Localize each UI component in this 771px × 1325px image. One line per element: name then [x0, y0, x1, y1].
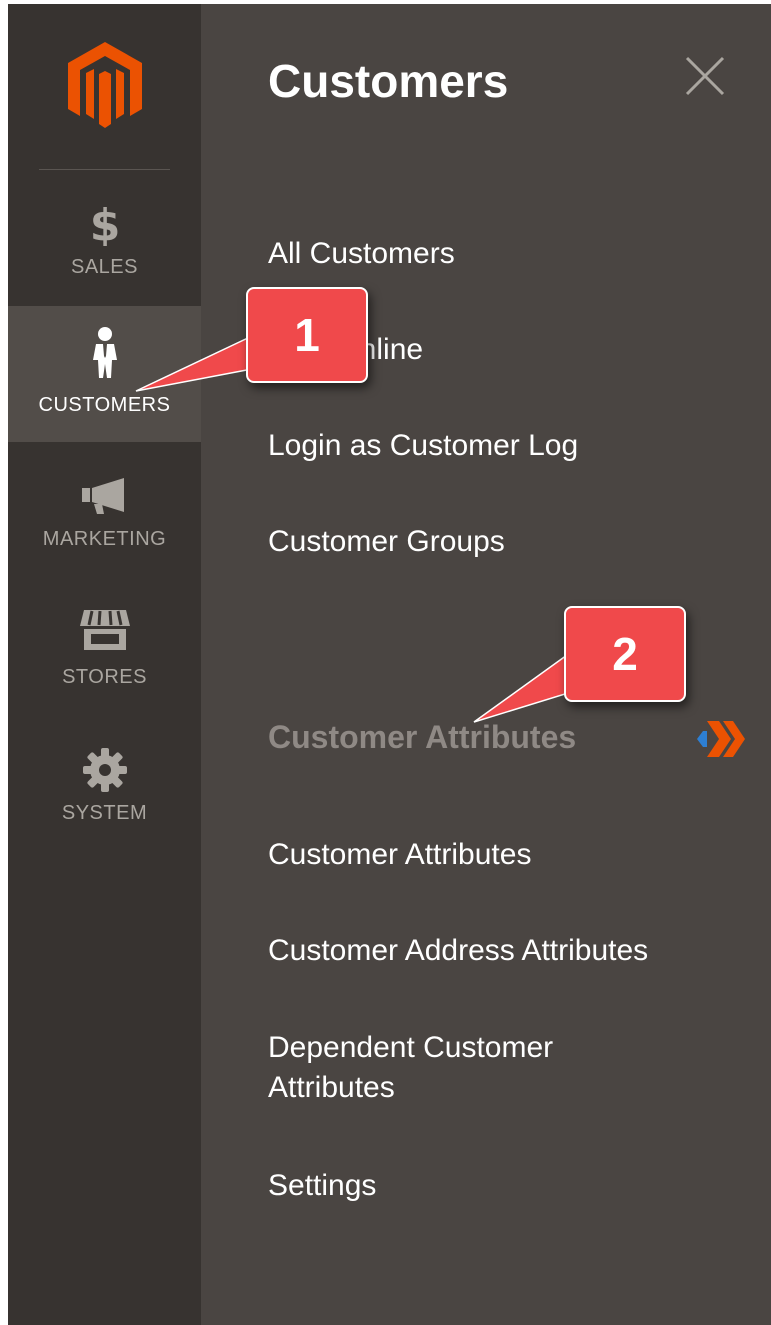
admin-sidebar: $ SALES CUSTOMERS MARKETING STORES SYSTE… — [8, 4, 201, 1325]
menu-link-customer-attributes[interactable]: Customer Attributes — [268, 835, 531, 875]
menu-link-dependent-customer-attributes[interactable]: Dependent Customer Attributes — [268, 1028, 648, 1108]
sidebar-item-sales[interactable]: $ SALES — [8, 170, 201, 306]
extension-chevron-icon — [697, 721, 745, 757]
customer-icon — [8, 326, 201, 380]
menu-link-customer-groups[interactable]: Customer Groups — [268, 522, 505, 562]
sidebar-item-label: SALES — [71, 256, 138, 278]
sidebar-item-label: CUSTOMERS — [38, 394, 171, 416]
close-icon[interactable] — [681, 52, 729, 100]
menu-link-login-as-customer-log[interactable]: Login as Customer Log — [268, 426, 578, 466]
sidebar-item-stores[interactable]: STORES — [8, 578, 201, 714]
sidebar-item-label: SYSTEM — [61, 802, 148, 824]
gear-icon — [8, 746, 201, 794]
sidebar-item-customers[interactable]: CUSTOMERS — [8, 306, 201, 442]
submenu-group-title: Customer Attributes — [268, 719, 577, 755]
sidebar-item-system[interactable]: SYSTEM — [8, 714, 201, 850]
dollar-icon: $ — [8, 200, 201, 246]
menu-link-customer-address-attributes[interactable]: Customer Address Attributes — [268, 931, 648, 971]
storefront-icon — [8, 608, 201, 652]
submenu-title: Customers — [268, 55, 509, 107]
menu-link-settings[interactable]: Settings — [268, 1166, 376, 1206]
svg-text:$: $ — [89, 200, 120, 246]
megaphone-icon — [8, 476, 201, 516]
callout-badge-2: 2 — [564, 606, 686, 702]
sidebar-item-label: MARKETING — [42, 528, 167, 550]
sidebar-item-marketing[interactable]: MARKETING — [8, 442, 201, 578]
callout-badge-1: 1 — [246, 287, 368, 383]
sidebar-item-label: STORES — [62, 666, 147, 688]
menu-link-all-customers[interactable]: All Customers — [268, 234, 455, 274]
magento-logo[interactable] — [66, 40, 144, 132]
